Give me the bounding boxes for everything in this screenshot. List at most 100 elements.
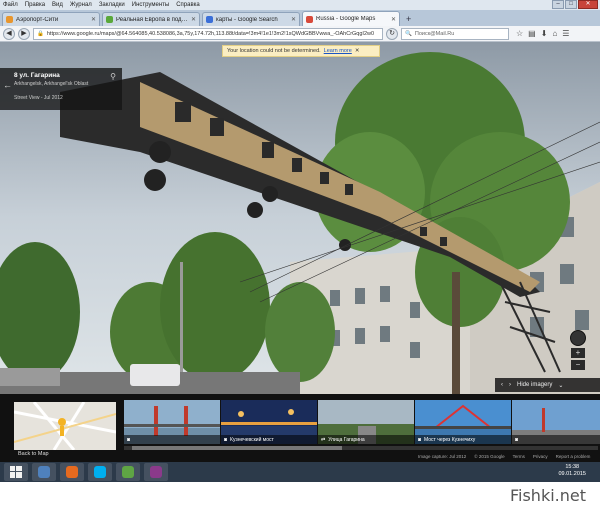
thumbnail-5[interactable]: ◙ [512, 400, 600, 444]
search-icon: 🔍 [405, 30, 412, 37]
street-view[interactable]: Your location could not be determined. L… [0, 42, 600, 394]
watermark-area: Fishki.net [0, 482, 600, 510]
chevron-right-icon[interactable]: › [509, 382, 511, 388]
menu-tools[interactable]: Инструменты [132, 0, 169, 10]
street-view-date: Street View - Jul 2012 [14, 95, 63, 101]
menu-file[interactable]: Файл [3, 0, 18, 10]
taskbar-firefox[interactable] [60, 463, 84, 481]
tab-label: карты - Google Search [216, 16, 278, 23]
camera-icon: ◙ [515, 436, 519, 443]
copyright-text: © 2015 Google [474, 454, 505, 459]
clock-time: 15:38 [565, 464, 580, 470]
thumbnail-2[interactable]: ◙ Кузнечевский мост [221, 400, 317, 444]
taskbar-explorer[interactable] [32, 463, 56, 481]
menu-help[interactable]: Справка [176, 0, 200, 10]
start-button[interactable] [4, 463, 28, 481]
navigation-bar: ◀ ▶ 🔒 https://www.google.ru/maps/@64.564… [0, 26, 600, 42]
camera-icon: ◙ [224, 436, 228, 443]
thumbnail-3[interactable]: ⇄ Улица Гагарина [318, 400, 414, 444]
tab-real-europe[interactable]: Реальная Европа в подзем... ✕ [102, 12, 200, 26]
bookmark-star-icon[interactable]: ☆ [516, 29, 523, 38]
menu-bookmarks[interactable]: Закладки [99, 0, 125, 10]
tab-google-search[interactable]: карты - Google Search ✕ [202, 12, 300, 26]
tab-label: Аэропорт-Сити [16, 16, 59, 23]
tab-google-maps[interactable]: Russia - Google Maps ✕ [302, 11, 400, 26]
image-capture-date: Image capture: Jul 2012 [418, 454, 467, 459]
firefox-icon [66, 466, 78, 478]
back-button[interactable]: ◀ [3, 27, 15, 40]
minimap[interactable] [14, 402, 116, 450]
zoom-controls: + − [570, 330, 586, 374]
tab-airport-city[interactable]: Аэропорт-Сити ✕ [2, 12, 100, 26]
street-view-icon: ⇄ [321, 436, 326, 443]
thumbnail-caption: ◙ Мост через Кузнечиху [415, 435, 511, 444]
favicon-icon [6, 16, 13, 23]
menu-icon[interactable]: ☰ [562, 29, 569, 38]
back-to-map-link[interactable]: Back to Map [18, 451, 49, 457]
compass-icon[interactable] [570, 330, 586, 346]
chevron-down-icon[interactable]: ⌄ [558, 382, 563, 389]
new-tab-button[interactable]: + [402, 12, 415, 26]
taskbar-skype[interactable] [88, 463, 112, 481]
tab-bar: Аэропорт-Сити ✕ Реальная Европа в подзем… [0, 10, 600, 26]
clock-date: 09.01.2015 [558, 471, 586, 477]
imagery-strip: Back to Map ◙ ◙ Кузнечевский мост ⇄ Улица … [0, 394, 600, 462]
camera-icon: ◙ [418, 436, 422, 443]
notice-text: Your location could not be determined. [227, 48, 321, 54]
zoom-out-button[interactable]: − [571, 360, 585, 370]
privacy-link[interactable]: Privacy [533, 454, 548, 462]
taskbar-winrar[interactable] [144, 463, 168, 481]
reload-button[interactable]: ↻ [386, 27, 398, 40]
address-subtitle: Arkhangelsk, Arkhangel'sk Oblast [14, 81, 89, 87]
close-tab-icon[interactable]: ✕ [91, 16, 96, 23]
scrollbar-thumb[interactable] [132, 446, 342, 450]
location-notice: Your location could not be determined. L… [222, 45, 380, 57]
map-footer: Image capture: Jul 2012 © 2015 Google Te… [418, 454, 600, 462]
mail-icon [122, 466, 134, 478]
window-controls: – □ ✕ [552, 0, 598, 10]
learn-more-link[interactable]: Learn more [324, 48, 352, 54]
thumbnail-caption: ◙ [124, 435, 220, 444]
maximize-button[interactable]: □ [565, 0, 577, 9]
forward-button[interactable]: ▶ [18, 27, 30, 40]
download-icon[interactable]: ⬇ [541, 29, 548, 38]
taskbar-mail[interactable] [116, 463, 140, 481]
menu-history[interactable]: Журнал [70, 0, 92, 10]
home-icon[interactable]: ⌂ [552, 29, 557, 38]
close-window-button[interactable]: ✕ [578, 0, 598, 9]
url-bar[interactable]: 🔒 https://www.google.ru/maps/@64.564085,… [33, 27, 383, 40]
imagery-bar: ‹ › Hide imagery ⌄ [495, 378, 600, 392]
camera-icon: ◙ [127, 436, 131, 443]
thumbnail-1[interactable]: ◙ [124, 400, 220, 444]
close-tab-icon[interactable]: ✕ [391, 16, 396, 23]
system-clock[interactable]: 15:38 09.01.2015 [558, 464, 586, 478]
terms-link[interactable]: Terms [513, 454, 525, 462]
back-arrow-icon[interactable]: ← [3, 80, 12, 90]
globe-icon: 🔒 [37, 30, 44, 37]
skype-icon [94, 466, 106, 478]
address-title: 8 ул. Гагарина [14, 72, 60, 79]
close-tab-icon[interactable]: ✕ [191, 16, 196, 23]
favicon-icon [206, 16, 213, 23]
thumbnail-caption: ⇄ Улица Гагарина [318, 435, 414, 444]
tab-label: Russia - Google Maps [316, 16, 376, 22]
thumbnail-4[interactable]: ◙ Мост через Кузнечиху [415, 400, 511, 444]
favicon-icon [106, 16, 113, 23]
chevron-left-icon[interactable]: ‹ [501, 382, 503, 388]
minimize-button[interactable]: – [552, 0, 564, 9]
menu-edit[interactable]: Правка [25, 0, 45, 10]
location-card: ← ⚲ 8 ул. Гагарина Arkhangelsk, Arkhange… [0, 68, 122, 110]
hide-imagery-button[interactable]: Hide imagery [517, 382, 552, 388]
zoom-in-button[interactable]: + [571, 348, 585, 358]
report-problem-link[interactable]: Report a problem [556, 454, 591, 462]
menu-view[interactable]: Вид [52, 0, 63, 10]
search-input[interactable]: 🔍 Поиск@Mail.Ru [401, 27, 509, 40]
close-tab-icon[interactable]: ✕ [291, 16, 296, 23]
thumbnail-scrollbar[interactable] [124, 446, 598, 450]
map-pin-icon[interactable]: ⚲ [110, 72, 116, 81]
winrar-icon [150, 466, 162, 478]
thumbnail-caption: ◙ [512, 435, 600, 444]
menu-bar: Файл Правка Вид Журнал Закладки Инструме… [0, 0, 600, 10]
close-notice-icon[interactable]: ✕ [355, 48, 360, 54]
bookmarks-icon[interactable]: ▤ [528, 29, 536, 38]
